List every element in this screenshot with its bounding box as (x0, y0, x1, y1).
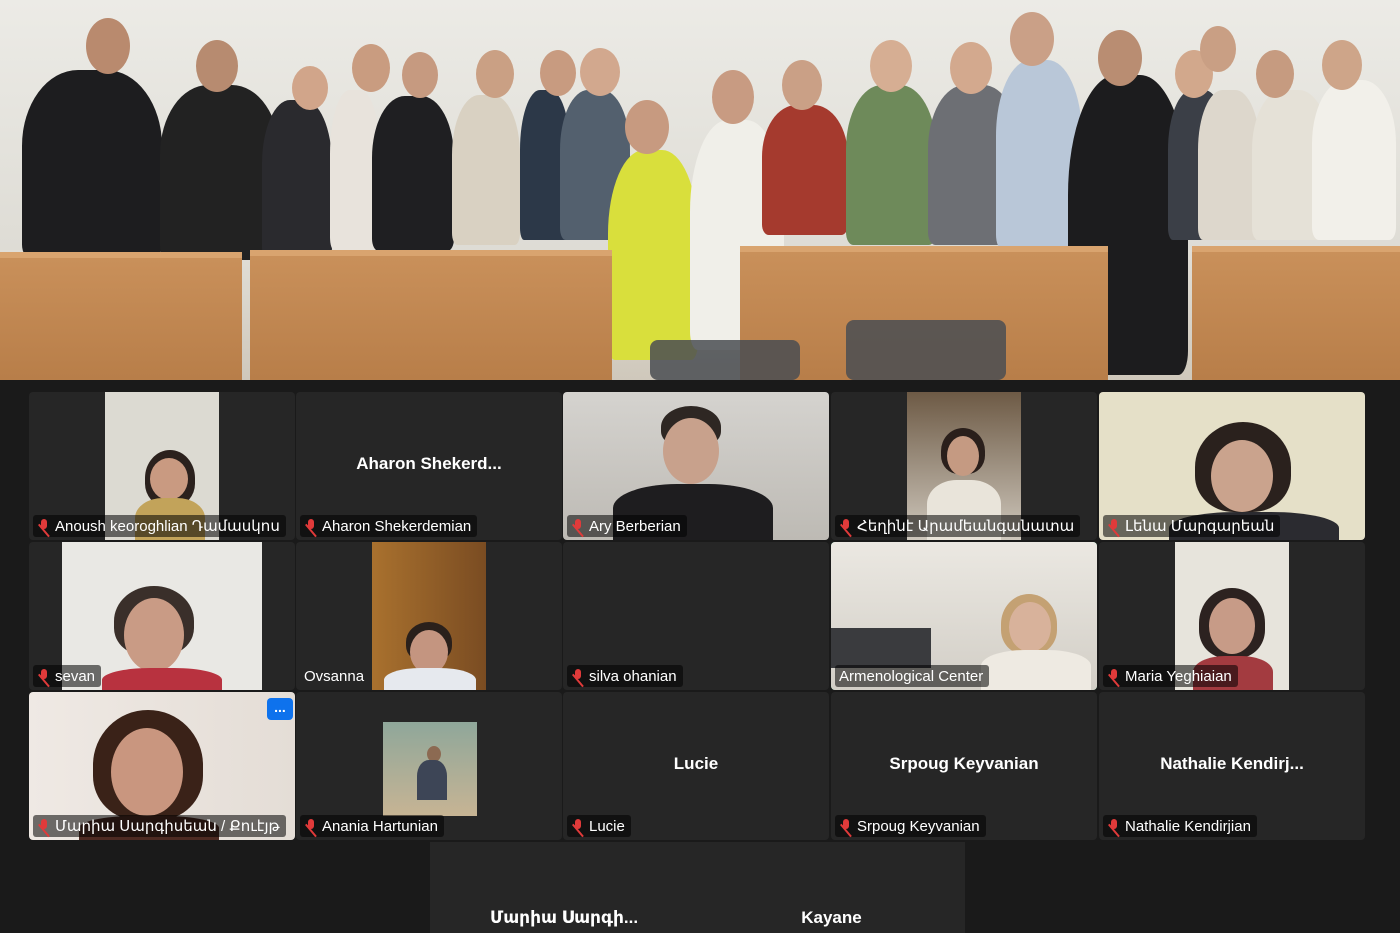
muted-mic-icon (1107, 668, 1121, 684)
participant-name-label: sevan (33, 665, 102, 687)
participant-name-label: Մարիա Սարգիսեան / Քուէյթ (33, 815, 286, 837)
participant-name-label: Nathalie Kendirjian (1103, 815, 1257, 837)
participant-tile[interactable]: Srpoug Keyvanian Srpoug Keyvanian (831, 692, 1097, 840)
participant-video (383, 722, 477, 816)
participant-tile[interactable]: Nathalie Kendirj... Nathalie Kendirjian (1099, 692, 1365, 840)
participant-name-label: Ovsanna (304, 667, 365, 685)
muted-mic-icon (304, 818, 318, 834)
participant-tile[interactable]: Հեղինէ Արամեանգանատա (831, 392, 1097, 540)
participant-tile[interactable]: Մարիա Սարգի... (430, 842, 698, 933)
participant-tile[interactable]: Ary Berberian (563, 392, 829, 540)
participant-display-name: Մարիա Սարգի... (489, 908, 639, 927)
participant-name-label: Հեղինէ Արամեանգանատա (835, 515, 1081, 537)
participant-name-label: Ary Berberian (567, 515, 687, 537)
participant-display-name: Lucie (673, 754, 719, 773)
participant-tile[interactable]: Anoush keoroghlian Դամասկոս (29, 392, 295, 540)
muted-mic-icon (304, 518, 318, 534)
muted-mic-icon (571, 518, 585, 534)
participant-name-label: Srpoug Keyvanian (835, 815, 986, 837)
participant-tile[interactable]: Kayane (698, 842, 965, 933)
muted-mic-icon (571, 818, 585, 834)
participant-display-name: Nathalie Kendirj... (1160, 754, 1304, 773)
participant-tile[interactable]: Anania Hartunian (296, 692, 562, 840)
muted-mic-icon (839, 818, 853, 834)
participant-name-label: Maria Yeghiaian (1103, 665, 1238, 687)
participant-name-label: Anoush keoroghlian Դամասկոս (33, 515, 286, 537)
participant-name-label: Լենա Մարգարեան (1103, 515, 1281, 537)
participant-name-label: Armenological Center (835, 665, 990, 687)
muted-mic-icon (37, 668, 51, 684)
participant-name-label: Aharon Shekerdemian (300, 515, 478, 537)
participant-tile[interactable]: silva ohanian (563, 542, 829, 690)
muted-mic-icon (37, 518, 51, 534)
muted-mic-icon (1107, 518, 1121, 534)
participant-tile-active-speaker[interactable]: Armenological Center (831, 542, 1097, 690)
participant-display-name: Kayane (801, 908, 862, 927)
participant-tile[interactable]: Լենա Մարգարեան (1099, 392, 1365, 540)
participant-tile[interactable]: Maria Yeghiaian (1099, 542, 1365, 690)
muted-mic-icon (839, 518, 853, 534)
participant-tile[interactable]: Lucie Lucie (563, 692, 829, 840)
participant-display-name: Srpoug Keyvanian (889, 754, 1039, 773)
muted-mic-icon (1107, 818, 1121, 834)
participant-tile[interactable]: Ovsanna (296, 542, 562, 690)
participant-video (372, 542, 486, 690)
participant-tile[interactable]: sevan (29, 542, 295, 690)
participant-name-label: Anania Hartunian (300, 815, 444, 837)
participant-name-label: silva ohanian (567, 665, 683, 687)
video-gallery: Anoush keoroghlian Դամասկոս Aharon Sheke… (0, 380, 1400, 933)
muted-mic-icon (571, 668, 585, 684)
participant-name-label: Lucie (567, 815, 631, 837)
participant-tile[interactable]: ... Մարիա Սարգիսեան / Քուէյթ (29, 692, 295, 840)
more-options-button[interactable]: ... (267, 698, 293, 720)
group-photo (0, 0, 1400, 380)
muted-mic-icon (37, 818, 51, 834)
participant-display-name: Aharon Shekerd... (356, 454, 502, 473)
participant-tile[interactable]: Aharon Shekerd... Aharon Shekerdemian (296, 392, 562, 540)
